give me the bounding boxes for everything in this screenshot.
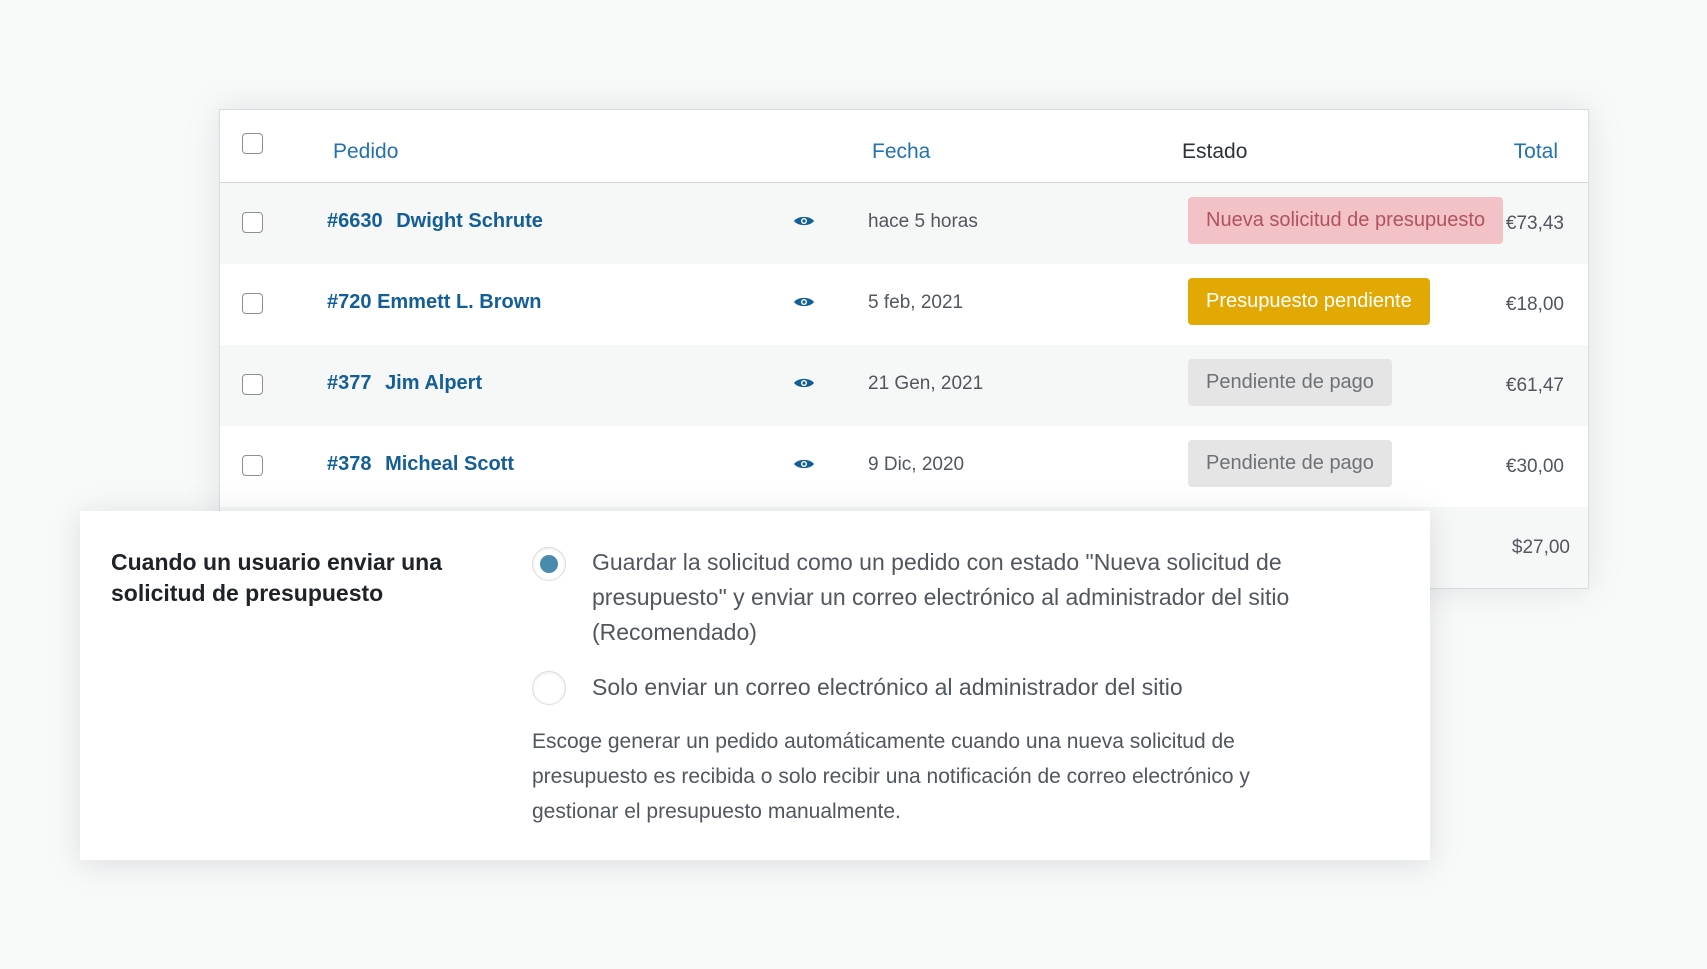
status-badge: Pendiente de pago	[1188, 440, 1392, 487]
order-number: #720	[327, 291, 372, 313]
order-date: 5 feb, 2021	[868, 292, 964, 313]
order-number: #6630	[327, 210, 383, 232]
order-total: €61,47	[1505, 375, 1564, 396]
order-number: #378	[327, 453, 372, 475]
option-email-only-label[interactable]: Solo enviar un correo electrónico al adm…	[592, 670, 1352, 705]
order-date: hace 5 horas	[868, 211, 978, 232]
radio-save-as-order[interactable]	[532, 547, 566, 581]
column-estado: Estado	[1182, 140, 1248, 163]
eye-icon[interactable]	[793, 295, 815, 309]
row-checkbox[interactable]	[242, 455, 263, 476]
order-date: 21 Gen, 2021	[868, 373, 984, 394]
order-total: €18,00	[1505, 294, 1564, 315]
customer-name: Micheal Scott	[385, 453, 514, 475]
setting-label: Cuando un usuario enviar una solicitud d…	[111, 549, 442, 606]
eye-icon[interactable]	[793, 376, 815, 390]
table-header: Pedido Fecha Estado Total	[220, 110, 1588, 183]
eye-icon[interactable]	[793, 457, 815, 471]
eye-icon[interactable]	[793, 214, 815, 228]
order-link[interactable]: #720 Emmett L. Brown	[327, 291, 542, 314]
order-total: €73,43	[1505, 213, 1564, 234]
status-badge: Pendiente de pago	[1188, 359, 1392, 406]
table-row: #6630 Dwight Schrute hace 5 horas Nueva …	[220, 183, 1588, 264]
column-fecha[interactable]: Fecha	[872, 140, 930, 164]
row-checkbox[interactable]	[242, 293, 263, 314]
order-total: €30,00	[1505, 456, 1564, 477]
column-total[interactable]: Total	[1514, 140, 1558, 164]
order-link[interactable]: #6630 Dwight Schrute	[327, 210, 543, 233]
table-row: #720 Emmett L. Brown 5 feb, 2021 Presupu…	[220, 264, 1588, 345]
row-checkbox[interactable]	[242, 212, 263, 233]
radio-selected-dot	[540, 555, 558, 573]
row-checkbox[interactable]	[242, 374, 263, 395]
customer-name: Jim Alpert	[385, 372, 483, 394]
table-row: #377 Jim Alpert 21 Gen, 2021 Pendiente d…	[220, 345, 1588, 426]
setting-description: Escoge generar un pedido automáticamente…	[532, 730, 1250, 823]
customer-name: Emmett L. Brown	[377, 291, 542, 313]
order-date: 9 Dic, 2020	[868, 454, 965, 475]
select-all-checkbox[interactable]	[242, 133, 263, 154]
order-total: $27,00	[1511, 537, 1570, 558]
option-save-as-order-label[interactable]: Guardar la solicitud como un pedido con …	[592, 545, 1352, 650]
quote-settings-panel: Cuando un usuario enviar una solicitud d…	[80, 511, 1430, 860]
radio-email-only[interactable]	[532, 671, 566, 705]
order-link[interactable]: #377 Jim Alpert	[327, 372, 482, 395]
order-link[interactable]: #378 Micheal Scott	[327, 453, 514, 476]
table-row: #378 Micheal Scott 9 Dic, 2020 Pendiente…	[220, 426, 1588, 507]
order-number: #377	[327, 372, 372, 394]
status-badge: Presupuesto pendiente	[1188, 278, 1430, 325]
column-pedido[interactable]: Pedido	[333, 140, 398, 164]
status-badge: Nueva solicitud de presupuesto	[1188, 197, 1504, 244]
customer-name: Dwight Schrute	[396, 210, 543, 232]
